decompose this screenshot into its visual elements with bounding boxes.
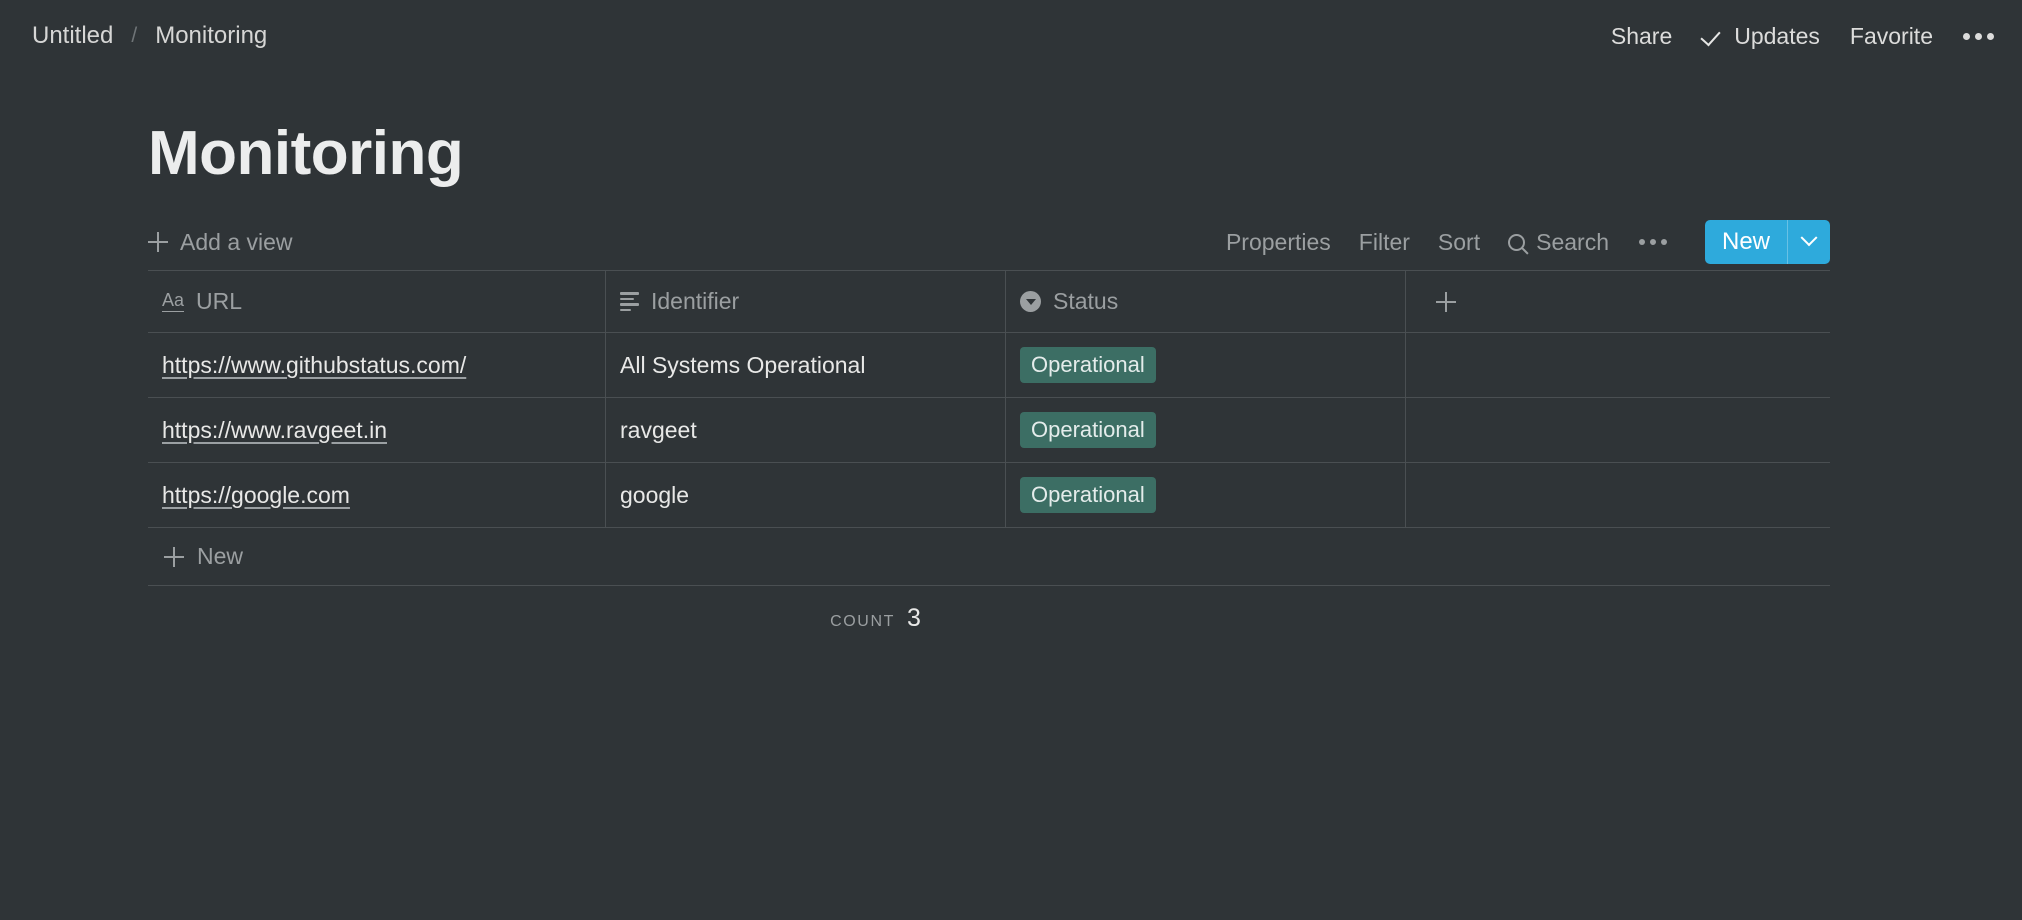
more-options-icon[interactable] — [1963, 32, 1994, 40]
count-label[interactable]: Count — [830, 613, 895, 631]
table-row[interactable]: https://google.com google Operational — [148, 463, 1830, 529]
url-link[interactable]: https://www.githubstatus.com/ — [162, 352, 466, 379]
table-row[interactable]: https://www.githubstatus.com/ All System… — [148, 333, 1830, 399]
url-link[interactable]: https://google.com — [162, 482, 350, 509]
page-content: Monitoring Add a view Properties Filter … — [0, 117, 2022, 646]
add-column-button[interactable] — [1420, 291, 1456, 312]
database-table: Aa URL Identifier Status https://www.git… — [148, 270, 1830, 529]
filter-button[interactable]: Filter — [1359, 229, 1410, 256]
cell-empty — [1406, 333, 1830, 397]
select-circle-icon — [1020, 291, 1041, 313]
cell-status[interactable]: Operational — [1006, 333, 1406, 398]
dot — [1975, 32, 1982, 40]
favorite-label: Favorite — [1849, 22, 1933, 49]
view-toolbar-actions: Properties Filter Sort Search New — [1226, 220, 1830, 265]
cell-empty — [1406, 463, 1830, 527]
column-header-identifier[interactable]: Identifier — [606, 271, 1006, 333]
cell-url[interactable]: https://www.ravgeet.in — [148, 398, 606, 463]
text-aa-icon: Aa — [162, 290, 185, 313]
breadcrumb: Untitled / Monitoring — [28, 20, 271, 52]
new-button-label: New — [1721, 228, 1770, 256]
share-button[interactable]: Share — [1611, 23, 1672, 50]
line — [620, 303, 639, 306]
cell-url[interactable]: https://www.githubstatus.com/ — [148, 333, 606, 398]
dot — [1649, 239, 1656, 246]
new-item-button-group: New — [1704, 220, 1830, 265]
breadcrumb-parent[interactable]: Untitled — [28, 20, 117, 52]
database-view-toolbar: Add a view Properties Filter Sort Search… — [148, 214, 1922, 270]
view-more-options-icon[interactable] — [1637, 239, 1669, 246]
plus-icon — [148, 232, 168, 253]
table-row[interactable]: https://www.ravgeet.in ravgeet Operation… — [148, 398, 1830, 464]
plus-icon — [164, 546, 184, 567]
table-footer: Count 3 — [148, 586, 1603, 646]
top-bar-actions: Share Updates Favorite — [1611, 23, 1994, 50]
new-row-button[interactable]: New — [148, 528, 1830, 587]
breadcrumb-separator: / — [131, 24, 138, 47]
add-view-label: Add a view — [180, 228, 293, 255]
search-label: Search — [1536, 228, 1609, 255]
properties-button[interactable]: Properties — [1226, 229, 1331, 256]
dot — [1963, 32, 1970, 40]
cell-url[interactable]: https://google.com — [148, 463, 606, 528]
cell-identifier[interactable]: ravgeet — [606, 398, 1006, 463]
add-view-button[interactable]: Add a view — [148, 229, 293, 256]
new-button-dropdown[interactable] — [1788, 220, 1830, 264]
identifier-text: google — [620, 481, 690, 508]
cell-status[interactable]: Operational — [1006, 398, 1406, 463]
status-badge[interactable]: Operational — [1020, 477, 1156, 514]
share-label: Share — [1610, 22, 1673, 49]
search-button[interactable]: Search — [1508, 229, 1609, 256]
favorite-button[interactable]: Favorite — [1850, 23, 1933, 50]
chevron-down-icon — [1800, 229, 1818, 247]
column-header-url-inner: Aa URL — [162, 288, 242, 315]
new-row-label: New — [197, 543, 244, 570]
line — [620, 308, 632, 312]
search-icon — [1508, 233, 1526, 251]
line — [620, 291, 639, 295]
cell-status[interactable]: Operational — [1006, 463, 1406, 528]
check-icon — [1702, 25, 1724, 47]
cell-identifier[interactable]: google — [606, 463, 1006, 528]
column-header-identifier-label: Identifier — [651, 288, 740, 315]
column-header-status-inner: Status — [1020, 288, 1118, 315]
column-header-url-label: URL — [196, 288, 243, 315]
updates-button[interactable]: Updates — [1702, 23, 1820, 50]
url-link[interactable]: https://www.ravgeet.in — [162, 417, 387, 444]
page-title[interactable]: Monitoring — [148, 117, 1922, 190]
top-bar: Untitled / Monitoring Share Updates Favo… — [0, 0, 2022, 72]
dot — [1660, 239, 1667, 246]
count-value: 3 — [906, 604, 921, 633]
updates-label: Updates — [1734, 22, 1820, 49]
cell-empty — [1406, 398, 1830, 462]
identifier-text: ravgeet — [620, 416, 697, 443]
status-badge[interactable]: Operational — [1020, 347, 1156, 384]
dot — [1987, 32, 1994, 40]
table-header-row: Aa URL Identifier Status — [148, 271, 1830, 334]
breadcrumb-current[interactable]: Monitoring — [151, 20, 271, 52]
new-button[interactable]: New — [1705, 220, 1787, 264]
sort-button[interactable]: Sort — [1438, 229, 1480, 256]
dot — [1638, 239, 1645, 246]
add-column-cell — [1406, 271, 1830, 332]
text-lines-icon — [620, 291, 639, 312]
identifier-text: All Systems Operational — [620, 351, 866, 378]
status-badge[interactable]: Operational — [1020, 412, 1156, 449]
column-header-url[interactable]: Aa URL — [148, 271, 606, 333]
column-header-status-label: Status — [1053, 288, 1119, 315]
plus-icon — [1436, 291, 1456, 312]
cell-identifier[interactable]: All Systems Operational — [606, 333, 1006, 398]
column-header-identifier-inner: Identifier — [620, 288, 739, 315]
line — [620, 297, 634, 301]
column-header-status[interactable]: Status — [1006, 271, 1406, 333]
